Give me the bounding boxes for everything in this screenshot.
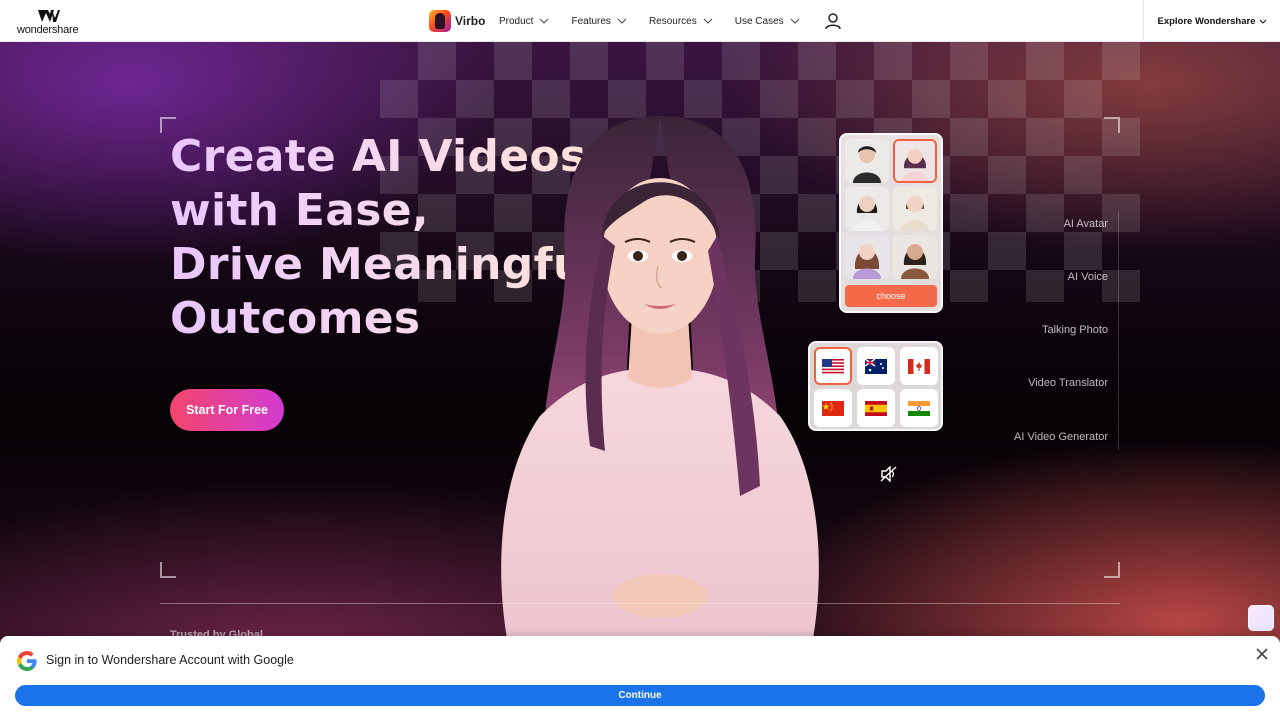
google-signin-prompt: Sign in to Wondershare Account with Goog… (0, 636, 1280, 720)
nav-item-label: Use Cases (734, 15, 784, 27)
ca-flag-icon (908, 358, 930, 374)
avatar-thumbnail[interactable] (893, 187, 937, 231)
nav-item-use-cases[interactable]: Use Cases (735, 16, 800, 27)
side-item-video-translator[interactable]: Video Translator (1028, 377, 1108, 389)
avatar-thumbnail[interactable] (893, 235, 937, 279)
avatar-thumbnail[interactable] (845, 187, 889, 231)
google-logo-icon (17, 651, 37, 671)
frame-corner (1104, 562, 1120, 578)
virbo-brand[interactable]: Virbo (429, 9, 485, 33)
chevron-down-icon (703, 18, 713, 24)
nav-item-label: Product (499, 15, 534, 27)
start-for-free-button[interactable]: Start For Free (170, 389, 284, 431)
flag-es[interactable] (857, 389, 895, 427)
explore-wondershare-button[interactable]: Explore Wondershare (1143, 0, 1280, 42)
chevron-down-icon (617, 18, 627, 24)
nav-item-label: Features (571, 15, 611, 27)
wondershare-logo-text: wondershare (17, 24, 79, 36)
avatar-picker-card: choose (839, 133, 943, 313)
hero-section: Create AI Videos with Ease, Drive Meanin… (0, 42, 1280, 720)
wondershare-logo[interactable]: wondershare (17, 9, 81, 37)
hero-divider (160, 603, 1120, 604)
google-signin-title: Sign in to Wondershare Account with Goog… (46, 653, 294, 667)
side-nav-line (1118, 212, 1119, 450)
avatar-thumbnail-selected[interactable] (893, 139, 937, 183)
es-flag-icon (865, 400, 887, 416)
in-flag-icon (908, 400, 930, 416)
user-account-icon[interactable] (824, 12, 842, 30)
side-item-talking-photo[interactable]: Talking Photo (1042, 324, 1108, 336)
close-icon[interactable] (1254, 646, 1270, 662)
top-navbar: wondershare Virbo Product Features Resou… (0, 0, 1280, 42)
flag-au[interactable] (857, 347, 895, 385)
brand-name: Virbo (455, 14, 486, 28)
nav-item-product[interactable]: Product (499, 16, 549, 27)
side-item-ai-voice[interactable]: AI Voice (1068, 271, 1108, 283)
chevron-down-icon (1259, 19, 1266, 24)
mute-icon[interactable] (880, 466, 898, 482)
chevron-down-icon (790, 18, 800, 24)
au-flag-icon (865, 358, 887, 374)
language-flags-card (808, 341, 943, 431)
flag-in[interactable] (900, 389, 938, 427)
virbo-logo-icon (429, 10, 451, 32)
avatar-thumbnail[interactable] (845, 139, 889, 183)
flag-cn[interactable] (814, 389, 852, 427)
flag-us[interactable] (814, 347, 852, 385)
nav-item-resources[interactable]: Resources (649, 16, 713, 27)
avatar-thumbnail[interactable] (845, 235, 889, 279)
nav-menu: Product Features Resources Use Cases (499, 0, 822, 42)
cn-flag-icon (822, 400, 844, 416)
side-item-ai-video-generator[interactable]: AI Video Generator (1014, 431, 1108, 443)
choose-avatar-button[interactable]: choose (845, 285, 937, 307)
chevron-down-icon (540, 18, 549, 24)
side-item-ai-avatar[interactable]: AI Avatar (1064, 218, 1108, 230)
us-flag-icon (822, 358, 844, 374)
nav-item-label: Resources (648, 15, 697, 27)
explore-label: Explore Wondershare (1157, 15, 1256, 27)
frame-corner (160, 562, 176, 578)
wondershare-logo-icon (38, 10, 60, 22)
flag-ca[interactable] (900, 347, 938, 385)
nav-item-features[interactable]: Features (571, 15, 627, 27)
floating-widget-button[interactable] (1248, 605, 1274, 631)
frame-corner (1104, 117, 1120, 133)
ai-avatar-video[interactable] (470, 106, 850, 720)
google-continue-button[interactable]: Continue (15, 685, 1265, 706)
